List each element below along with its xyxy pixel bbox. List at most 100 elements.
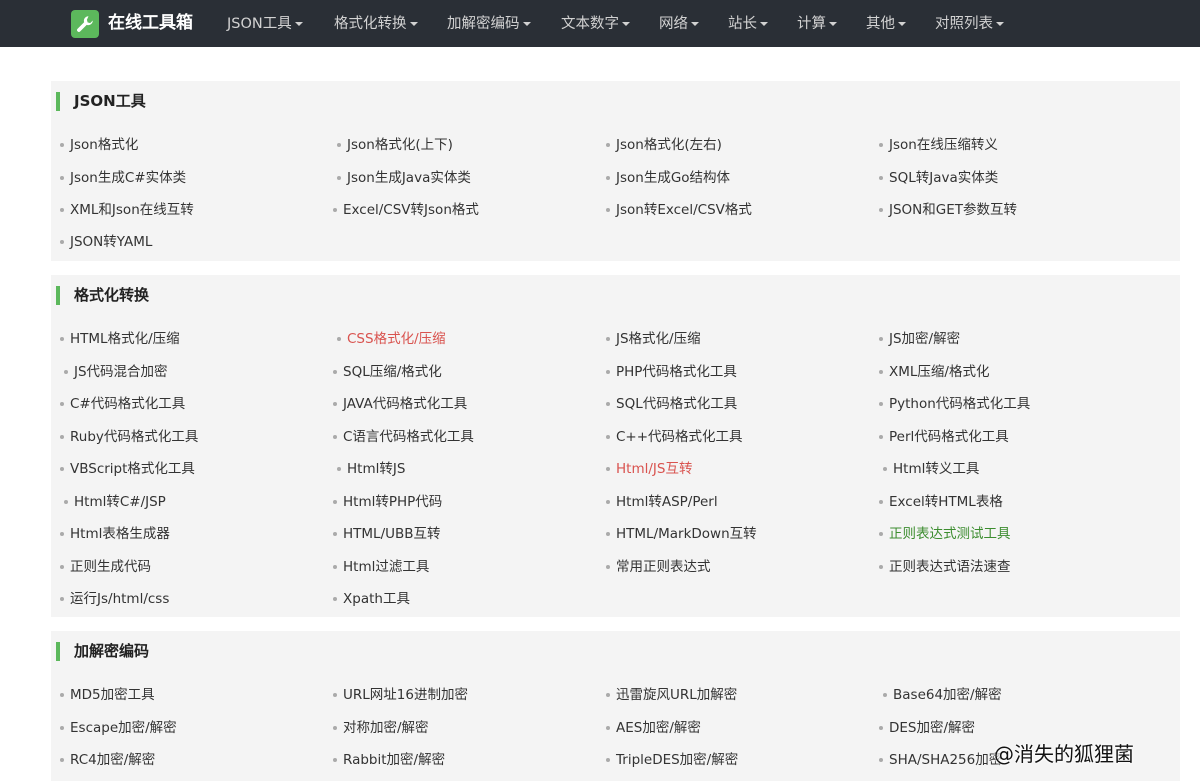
tool-label: Escape加密/解密: [70, 720, 177, 736]
bullet-icon: [60, 758, 64, 762]
tool-label: HTML/UBB互转: [343, 526, 441, 542]
tool-link[interactable]: SQL代码格式化工具: [606, 395, 737, 413]
tool-link[interactable]: 常用正则表达式: [606, 558, 711, 576]
tool-link[interactable]: XML压缩/格式化: [879, 363, 989, 381]
tool-link[interactable]: Base64加密/解密: [883, 686, 1002, 704]
tool-link[interactable]: 正则表达式语法速查: [879, 558, 1011, 576]
caret-down-icon: [760, 22, 768, 26]
tool-link[interactable]: Json格式化: [60, 136, 139, 154]
tool-link[interactable]: Excel转HTML表格: [879, 493, 1003, 511]
tool-link[interactable]: JSON和GET参数互转: [879, 201, 1017, 219]
tool-link[interactable]: Excel/CSV转Json格式: [333, 201, 479, 219]
tool-link[interactable]: RC4加密/解密: [60, 751, 156, 769]
bullet-icon: [606, 467, 610, 471]
tool-label: SQL压缩/格式化: [343, 364, 442, 380]
tool-link[interactable]: 正则生成代码: [60, 558, 151, 576]
tool-link[interactable]: VBScript格式化工具: [60, 460, 195, 478]
section-json-tools: JSON工具 Json格式化 Json格式化(上下) Json格式化(左右) J…: [51, 81, 1180, 261]
tool-link[interactable]: 运行Js/html/css: [60, 590, 169, 608]
tool-link-highlighted[interactable]: CSS格式化/压缩: [337, 330, 446, 348]
caret-down-icon: [409, 22, 418, 26]
tool-link[interactable]: TripleDES加密/解密: [606, 751, 738, 769]
nav-json-tools[interactable]: JSON工具: [227, 14, 303, 34]
tool-link[interactable]: JAVA代码格式化工具: [333, 395, 467, 413]
tool-link[interactable]: SQL压缩/格式化: [333, 363, 442, 381]
tool-label: C语言代码格式化工具: [343, 429, 474, 445]
tool-link[interactable]: Python代码格式化工具: [879, 395, 1030, 413]
nav-reference-lists[interactable]: 对照列表: [935, 14, 1004, 34]
tool-label: RC4加密/解密: [70, 752, 156, 768]
tool-link-highlighted[interactable]: Html/JS互转: [606, 460, 692, 478]
bullet-icon: [879, 565, 883, 569]
tool-link[interactable]: Html表格生成器: [60, 525, 170, 543]
tool-label: Rabbit加密/解密: [343, 752, 446, 768]
nav-text-number[interactable]: 文本数字: [561, 14, 630, 34]
site-brand[interactable]: 在线工具箱: [108, 12, 193, 34]
bullet-icon: [60, 693, 64, 697]
nav-other[interactable]: 其他: [866, 14, 906, 34]
tool-link[interactable]: MD5加密工具: [60, 686, 155, 704]
tool-link[interactable]: C语言代码格式化工具: [333, 428, 474, 446]
tool-link[interactable]: Json格式化(上下): [337, 136, 453, 154]
tool-link[interactable]: Json在线压缩转义: [879, 136, 998, 154]
tool-link[interactable]: Rabbit加密/解密: [333, 751, 446, 769]
tool-label: Ruby代码格式化工具: [70, 429, 199, 445]
bullet-icon: [606, 370, 610, 374]
tool-link[interactable]: HTML格式化/压缩: [60, 330, 180, 348]
tool-link[interactable]: URL网址16进制加密: [333, 686, 468, 704]
tool-link[interactable]: Html转JS: [337, 460, 405, 478]
tool-link[interactable]: Ruby代码格式化工具: [60, 428, 199, 446]
tool-label: JS代码混合加密: [74, 364, 168, 380]
nav-webmaster[interactable]: 站长: [728, 14, 768, 34]
bullet-icon: [333, 758, 337, 762]
tool-label: VBScript格式化工具: [70, 461, 195, 477]
nav-calculate[interactable]: 计算: [797, 14, 837, 34]
tool-link[interactable]: Json生成C#实体类: [60, 169, 186, 187]
tool-link[interactable]: C++代码格式化工具: [606, 428, 743, 446]
tool-link[interactable]: JS代码混合加密: [64, 363, 168, 381]
tool-link[interactable]: DES加密/解密: [879, 719, 975, 737]
tool-link[interactable]: JSON转YAML: [60, 233, 153, 251]
bullet-icon: [606, 693, 610, 697]
bullet-icon: [333, 402, 337, 406]
nav-format-convert[interactable]: 格式化转换: [334, 14, 418, 34]
nav-label: JSON工具: [227, 16, 292, 32]
tool-link[interactable]: Perl代码格式化工具: [879, 428, 1009, 446]
tool-link[interactable]: JS格式化/压缩: [606, 330, 701, 348]
tool-link[interactable]: AES加密/解密: [606, 719, 701, 737]
tool-link[interactable]: Html转义工具: [883, 460, 979, 478]
tool-link[interactable]: Html转C#/JSP: [64, 493, 166, 511]
bullet-icon: [60, 240, 64, 244]
wrench-icon[interactable]: [71, 10, 99, 38]
caret-down-icon: [622, 22, 630, 26]
tool-link[interactable]: Escape加密/解密: [60, 719, 177, 737]
tool-link[interactable]: Html过滤工具: [333, 558, 429, 576]
tool-link-highlighted[interactable]: 正则表达式测试工具: [879, 525, 1011, 543]
nav-network[interactable]: 网络: [659, 14, 699, 34]
tool-link[interactable]: 迅雷旋风URL加解密: [606, 686, 737, 704]
bullet-icon: [879, 726, 883, 730]
tool-link[interactable]: JS加密/解密: [879, 330, 960, 348]
tool-link[interactable]: Html转PHP代码: [333, 493, 442, 511]
tool-link[interactable]: 对称加密/解密: [333, 719, 429, 737]
bullet-icon: [606, 565, 610, 569]
tool-link[interactable]: SQL转Java实体类: [879, 169, 999, 187]
tool-link[interactable]: C#代码格式化工具: [60, 395, 185, 413]
tool-link[interactable]: Json格式化(左右): [606, 136, 722, 154]
tool-link[interactable]: XML和Json在线互转: [60, 201, 194, 219]
tool-label: SQL转Java实体类: [889, 170, 999, 186]
tool-link[interactable]: Html转ASP/Perl: [606, 493, 718, 511]
tool-link[interactable]: Json转Excel/CSV格式: [606, 201, 752, 219]
tool-link[interactable]: Xpath工具: [333, 590, 410, 608]
nav-encrypt-encode[interactable]: 加解密编码: [447, 14, 531, 34]
tool-label: Json格式化: [70, 137, 139, 153]
bullet-icon: [879, 208, 883, 212]
tool-label: JSON转YAML: [70, 234, 153, 250]
tool-link[interactable]: HTML/UBB互转: [333, 525, 441, 543]
tool-link[interactable]: Json生成Java实体类: [337, 169, 471, 187]
tool-link[interactable]: SHA/SHA256加密: [879, 751, 1002, 769]
tool-label: 正则表达式测试工具: [889, 526, 1011, 542]
tool-link[interactable]: HTML/MarkDown互转: [606, 525, 757, 543]
tool-link[interactable]: PHP代码格式化工具: [606, 363, 737, 381]
tool-link[interactable]: Json生成Go结构体: [606, 169, 730, 187]
